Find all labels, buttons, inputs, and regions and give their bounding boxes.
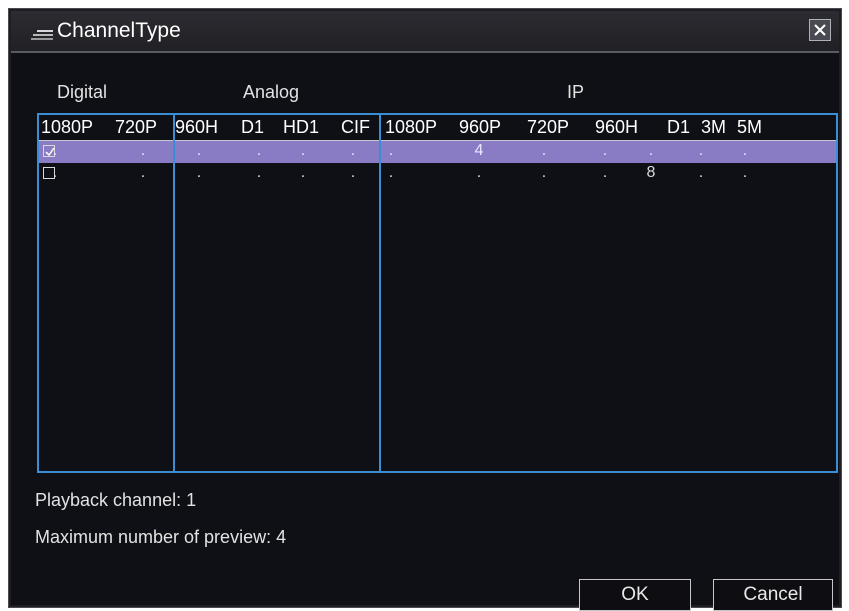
playback-channel-text: Playback channel: 1 <box>35 490 197 510</box>
table-cell: . <box>300 164 306 181</box>
divider-digital-analog <box>173 115 175 471</box>
table-cell: . <box>602 164 608 181</box>
table-cell: . <box>300 142 306 159</box>
channel-icon <box>31 27 55 40</box>
table-cell: . <box>140 164 146 181</box>
table-cell: . <box>52 164 58 181</box>
column-header: 960H <box>595 117 639 137</box>
max-preview-text: Maximum number of preview: 4 <box>35 527 287 547</box>
table-cell: . <box>476 164 482 181</box>
column-header: HD1 <box>283 117 320 137</box>
table-cell: . <box>541 164 547 181</box>
column-header: 3M <box>701 117 727 137</box>
column-header: D1 <box>667 117 691 137</box>
dialog-body: Digital Analog IP 1080P 720P 960H D1 HD1 CIF 1… <box>11 53 839 611</box>
table-cell: . <box>256 142 262 159</box>
table-cell: . <box>196 164 202 181</box>
ok-button[interactable]: OK <box>579 579 691 611</box>
column-header: 960P <box>459 117 502 137</box>
table-cell: 4 <box>474 142 484 159</box>
table-cell: . <box>350 164 356 181</box>
table-cell: . <box>742 142 748 159</box>
table-cell: . <box>602 142 608 159</box>
table-cell: . <box>648 142 654 159</box>
title-bar: ChannelType <box>11 11 839 53</box>
column-header: 720P <box>527 117 570 137</box>
table-cell: . <box>256 164 262 181</box>
column-header: 1080P <box>385 117 438 137</box>
divider-analog-ip <box>379 115 381 471</box>
table-cell: . <box>388 142 394 159</box>
table-cell: . <box>698 142 704 159</box>
table-cell: . <box>196 142 202 159</box>
column-header: D1 <box>241 117 265 137</box>
table-cell: 8 <box>646 164 656 181</box>
group-label-digital: Digital <box>57 82 108 102</box>
close-button[interactable] <box>809 19 831 41</box>
table-row[interactable]: ....... 4..... <box>39 141 836 163</box>
column-header: CIF <box>341 117 370 137</box>
table-cell: . <box>541 142 547 159</box>
channel-type-dialog: ChannelType Digital Analog IP 1080P 720P 9… <box>8 8 842 611</box>
table-cell: . <box>742 164 748 181</box>
channel-type-table: 1080P 720P 960H D1 HD1 CIF 1080P 960P 720P 960H D1… <box>37 113 838 473</box>
cancel-button[interactable]: Cancel <box>713 579 833 611</box>
table-cell: . <box>388 164 394 181</box>
table-cell: . <box>698 164 704 181</box>
column-header: 720P <box>115 117 158 137</box>
close-icon <box>814 24 826 36</box>
column-header: 5M <box>737 117 763 137</box>
column-header: 960H <box>175 117 219 137</box>
table-cell: . <box>52 142 58 159</box>
group-label-analog: Analog <box>243 82 300 102</box>
table-cell: . <box>350 142 356 159</box>
column-header: 1080P <box>41 117 94 137</box>
group-label-ip: IP <box>567 82 585 102</box>
table-row[interactable]: .......... 8.. <box>39 163 836 185</box>
table-cell: . <box>140 142 146 159</box>
dialog-title: ChannelType <box>57 19 181 42</box>
